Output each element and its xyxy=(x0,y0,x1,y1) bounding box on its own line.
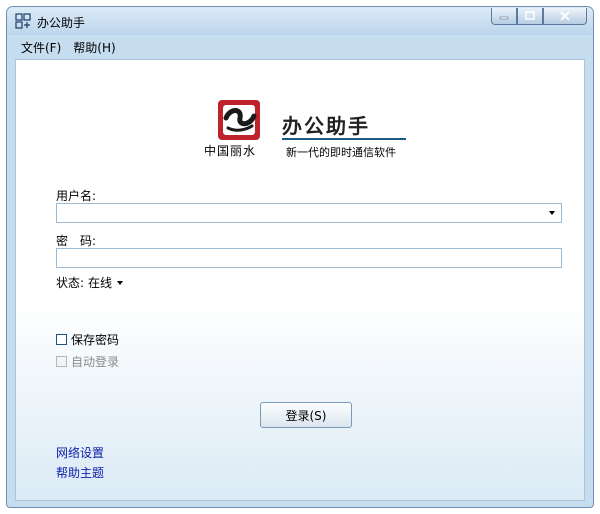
password-label: 密 码: xyxy=(56,234,97,248)
login-button[interactable]: 登录(S) xyxy=(260,402,352,428)
login-panel: 中国丽水 办公助手 新一代的即时通信软件 用户名: 密 码: 状态: 在线 保存… xyxy=(15,59,585,501)
save-password-label: 保存密码 xyxy=(71,333,120,347)
menu-bar: 文件(F) 帮助(H) xyxy=(15,36,585,58)
login-window: 办公助手 文件(F) 帮助(H) 中国丽水 办公助手 新一代的即时通信软件 用户… xyxy=(6,6,594,508)
title-bar[interactable]: 办公助手 xyxy=(7,7,593,35)
password-input[interactable] xyxy=(56,248,562,268)
save-password-box[interactable] xyxy=(56,334,67,345)
maximize-icon xyxy=(518,8,542,24)
auto-login-box[interactable] xyxy=(56,356,67,367)
menu-file[interactable]: 文件(F) xyxy=(21,39,61,56)
close-icon xyxy=(544,8,586,24)
app-icon xyxy=(15,13,31,29)
save-password-checkbox[interactable]: 保存密码 xyxy=(56,331,119,348)
window-controls xyxy=(491,8,587,25)
help-topics-link[interactable]: 帮助主题 xyxy=(56,464,104,481)
status-selector[interactable]: 状态: 在线 xyxy=(56,274,124,291)
status-label: 状态: xyxy=(56,276,85,290)
auto-login-checkbox[interactable]: 自动登录 xyxy=(56,353,119,370)
dropdown-arrow-icon[interactable] xyxy=(549,211,555,215)
window-title: 办公助手 xyxy=(37,16,86,30)
username-combobox[interactable] xyxy=(56,203,562,223)
minimize-button[interactable] xyxy=(491,8,517,25)
brand-name: 办公助手 xyxy=(282,114,370,138)
status-value: 在线 xyxy=(88,276,113,290)
logo-caption: 中国丽水 xyxy=(204,144,257,158)
brand-underline xyxy=(282,138,406,140)
auto-login-label: 自动登录 xyxy=(71,355,120,369)
maximize-button[interactable] xyxy=(517,8,543,25)
close-button[interactable] xyxy=(543,8,587,25)
brand-slogan: 新一代的即时通信软件 xyxy=(286,146,396,159)
network-settings-link[interactable]: 网络设置 xyxy=(56,444,104,461)
menu-help[interactable]: 帮助(H) xyxy=(73,39,115,56)
minimize-icon xyxy=(492,8,516,24)
status-dropdown-icon xyxy=(117,280,124,285)
username-label: 用户名: xyxy=(56,189,97,203)
